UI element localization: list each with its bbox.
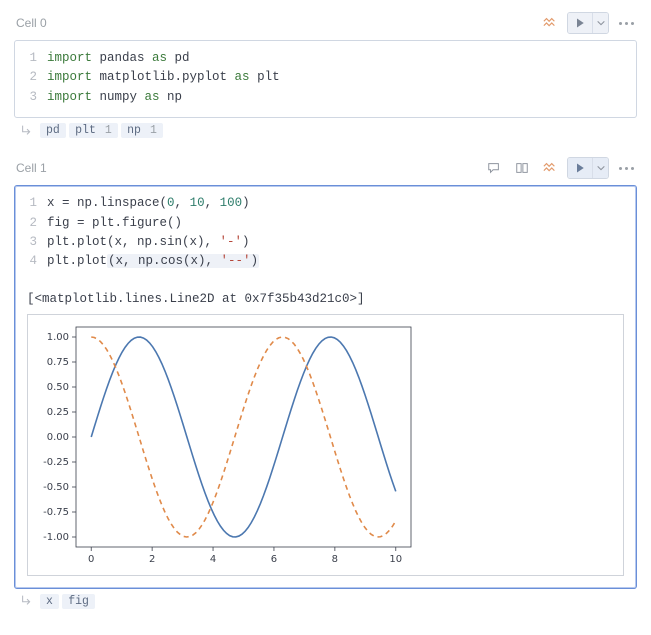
svg-text:0: 0 xyxy=(88,554,94,565)
cell-header: Cell 0 xyxy=(14,10,637,40)
var-badge-count: 1 xyxy=(144,123,163,138)
cell-1: Cell 1 1x = np.l xyxy=(14,155,637,608)
code-editor[interactable]: 1x = np.linspace(0, 10, 100)2fig = plt.f… xyxy=(15,186,636,282)
cell-0: Cell 0 1import pandas as pd2import matpl… xyxy=(14,10,637,137)
cell-output: [<matplotlib.lines.Line2D at 0x7f35b43d2… xyxy=(15,282,636,588)
run-button[interactable] xyxy=(568,158,592,178)
svg-text:-0.25: -0.25 xyxy=(43,457,69,468)
run-button-group xyxy=(567,12,609,34)
run-menu-chevron[interactable] xyxy=(592,158,608,178)
code-line[interactable]: 2import matplotlib.pyplot as plt xyxy=(25,68,626,87)
output-arrow-icon xyxy=(20,123,34,137)
output-vars: pd plt1 np1 xyxy=(14,118,637,137)
code-line[interactable]: 3import numpy as np xyxy=(25,88,626,107)
code-line[interactable]: 4plt.plot(x, np.cos(x), '--') xyxy=(25,252,626,271)
var-badge[interactable]: x xyxy=(40,594,59,609)
output-vars: x fig xyxy=(14,589,637,608)
svg-text:-0.50: -0.50 xyxy=(43,482,69,493)
more-menu[interactable] xyxy=(615,13,637,33)
line-number: 1 xyxy=(25,194,47,213)
var-badge[interactable]: plt xyxy=(69,123,102,138)
bands-icon[interactable] xyxy=(539,13,561,33)
svg-text:2: 2 xyxy=(149,554,155,565)
line-number: 2 xyxy=(25,214,47,233)
var-badge[interactable]: fig xyxy=(62,594,95,609)
svg-text:0.25: 0.25 xyxy=(47,407,69,418)
cell-body[interactable]: 1x = np.linspace(0, 10, 100)2fig = plt.f… xyxy=(14,185,637,589)
line-number: 4 xyxy=(25,252,47,271)
cell-title: Cell 1 xyxy=(16,161,47,175)
run-menu-chevron[interactable] xyxy=(592,13,608,33)
svg-text:-1.00: -1.00 xyxy=(43,532,69,543)
line-number: 3 xyxy=(25,233,47,252)
svg-text:6: 6 xyxy=(271,554,277,565)
svg-text:10: 10 xyxy=(389,554,402,565)
code-line[interactable]: 3plt.plot(x, np.sin(x), '-') xyxy=(25,233,626,252)
line-number: 3 xyxy=(25,88,47,107)
comment-icon[interactable] xyxy=(483,158,505,178)
more-menu[interactable] xyxy=(615,158,637,178)
run-button-group xyxy=(567,157,609,179)
svg-text:-0.75: -0.75 xyxy=(43,507,69,518)
cell-header: Cell 1 xyxy=(14,155,637,185)
code-line[interactable]: 1import pandas as pd xyxy=(25,49,626,68)
svg-text:4: 4 xyxy=(210,554,216,565)
code-line[interactable]: 1x = np.linspace(0, 10, 100) xyxy=(25,194,626,213)
line-number: 2 xyxy=(25,68,47,87)
svg-text:0.50: 0.50 xyxy=(47,382,69,393)
output-arrow-icon xyxy=(20,593,34,607)
code-line[interactable]: 2fig = plt.figure() xyxy=(25,214,626,233)
svg-text:0.75: 0.75 xyxy=(47,357,69,368)
svg-text:8: 8 xyxy=(332,554,338,565)
cell-toolbar xyxy=(539,12,637,34)
columns-icon[interactable] xyxy=(511,158,533,178)
cell-title: Cell 0 xyxy=(16,16,47,30)
svg-text:1.00: 1.00 xyxy=(47,332,69,343)
chart: -1.00 -0.75 -0.50 -0.25 0.00 0.25 0.50 0.75 1.00… xyxy=(27,314,624,576)
cell-toolbar xyxy=(483,157,637,179)
line-number: 1 xyxy=(25,49,47,68)
run-button[interactable] xyxy=(568,13,592,33)
cell-body[interactable]: 1import pandas as pd2import matplotlib.p… xyxy=(14,40,637,118)
result-repr: [<matplotlib.lines.Line2D at 0x7f35b43d2… xyxy=(27,292,624,306)
var-badge[interactable]: pd xyxy=(40,123,66,138)
plot-figure: -1.00 -0.75 -0.50 -0.25 0.00 0.25 0.50 0.75 1.00… xyxy=(28,315,423,575)
code-editor[interactable]: 1import pandas as pd2import matplotlib.p… xyxy=(15,41,636,117)
svg-text:0.00: 0.00 xyxy=(47,432,69,443)
var-badge-count: 1 xyxy=(99,123,118,138)
bands-icon[interactable] xyxy=(539,158,561,178)
